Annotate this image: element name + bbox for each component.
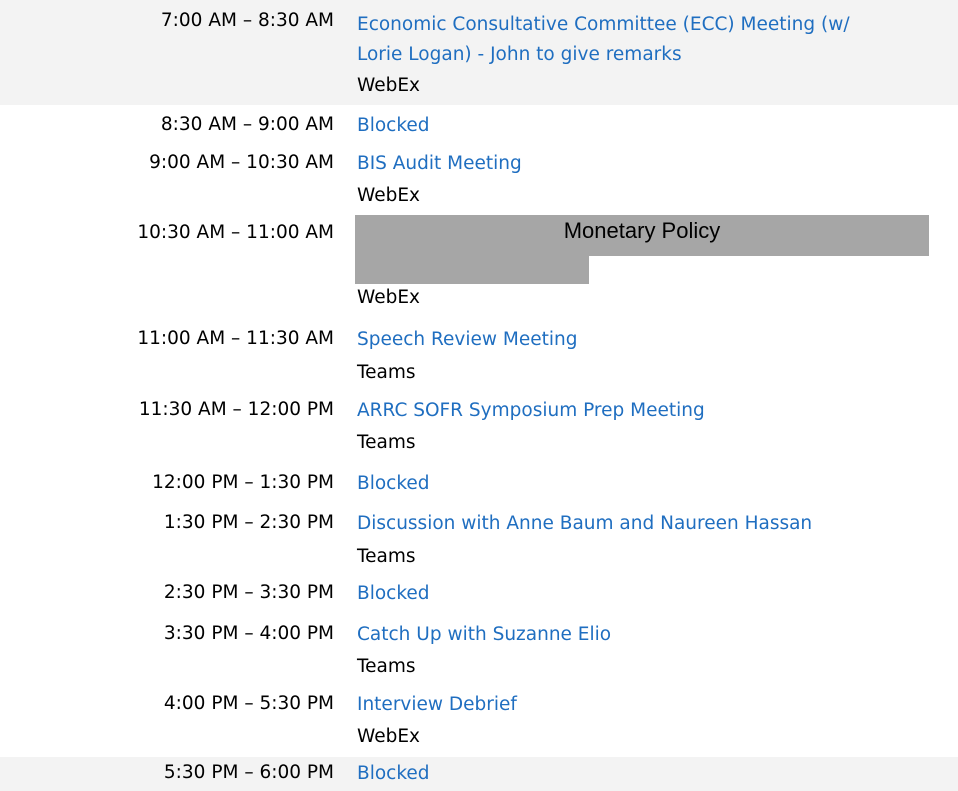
redaction-label: Monetary Policy <box>563 218 721 243</box>
event-time: 11:00 AM – 11:30 AM <box>137 328 334 349</box>
event-title-line: Economic Consultative Committee (ECC) Me… <box>357 14 850 35</box>
redaction-box <box>355 256 589 284</box>
schedule-row: 2:30 PM – 3:30 PM Blocked <box>0 576 958 613</box>
schedule: 7:00 AM – 8:30 AM Economic Consultative … <box>0 0 958 791</box>
event-title-link[interactable]: Interview Debrief <box>357 690 947 720</box>
event-title-link[interactable]: BIS Audit Meeting <box>357 149 947 179</box>
schedule-row: 7:00 AM – 8:30 AM Economic Consultative … <box>0 0 958 105</box>
event-time: 4:00 PM – 5:30 PM <box>163 693 334 714</box>
event-title-link[interactable]: Speech Review Meeting <box>357 325 947 355</box>
event-time: 11:30 AM – 12:00 PM <box>138 399 334 420</box>
schedule-row: 4:00 PM – 5:30 PM Interview Debrief WebE… <box>0 686 958 756</box>
schedule-row: 10:30 AM – 11:00 AM Monetary Policy WebE… <box>0 211 958 317</box>
event-title-link[interactable]: Blocked <box>357 111 947 141</box>
event-time: 10:30 AM – 11:00 AM <box>137 222 334 243</box>
schedule-row: 9:00 AM – 10:30 AM BIS Audit Meeting Web… <box>0 143 958 211</box>
event-location: WebEx <box>357 287 420 308</box>
event-time: 8:30 AM – 9:00 AM <box>160 114 334 135</box>
event-location: Teams <box>357 362 416 383</box>
event-time: 2:30 PM – 3:30 PM <box>163 582 334 603</box>
schedule-row: 12:00 PM – 1:30 PM Blocked <box>0 465 958 502</box>
event-time: 12:00 PM – 1:30 PM <box>152 472 334 493</box>
event-location: WebEx <box>357 726 420 747</box>
event-time: 9:00 AM – 10:30 AM <box>149 152 334 173</box>
event-time: 5:30 PM – 6:00 PM <box>163 762 334 783</box>
event-time: 3:30 PM – 4:00 PM <box>163 623 334 644</box>
event-location: WebEx <box>357 75 420 96</box>
event-location: WebEx <box>357 185 420 206</box>
schedule-row: 5:30 PM – 6:00 PM Blocked <box>0 757 958 791</box>
event-title-link[interactable]: Catch Up with Suzanne Elio <box>357 620 947 650</box>
event-title-link[interactable]: Discussion with Anne Baum and Naureen Ha… <box>357 509 947 539</box>
event-title-link[interactable]: ARRC SOFR Symposium Prep Meeting <box>357 396 947 426</box>
schedule-row: 1:30 PM – 2:30 PM Discussion with Anne B… <box>0 502 958 576</box>
event-location: Teams <box>357 656 416 677</box>
schedule-row: 3:30 PM – 4:00 PM Catch Up with Suzanne … <box>0 613 958 686</box>
event-title-line: Lorie Logan) - John to give remarks <box>357 44 682 65</box>
event-time: 7:00 AM – 8:30 AM <box>160 10 334 31</box>
schedule-row: 8:30 AM – 9:00 AM Blocked <box>0 105 958 143</box>
event-location: Teams <box>357 432 416 453</box>
event-title-link[interactable]: Blocked <box>357 469 947 499</box>
schedule-row: 11:30 AM – 12:00 PM ARRC SOFR Symposium … <box>0 389 958 465</box>
event-location: Teams <box>357 546 416 567</box>
schedule-row: 11:00 AM – 11:30 AM Speech Review Meetin… <box>0 317 958 389</box>
event-time: 1:30 PM – 2:30 PM <box>163 512 334 533</box>
event-title-link[interactable]: Blocked <box>357 579 947 609</box>
event-title-link[interactable]: Economic Consultative Committee (ECC) Me… <box>357 10 947 70</box>
event-title-link[interactable]: Blocked <box>357 759 947 789</box>
